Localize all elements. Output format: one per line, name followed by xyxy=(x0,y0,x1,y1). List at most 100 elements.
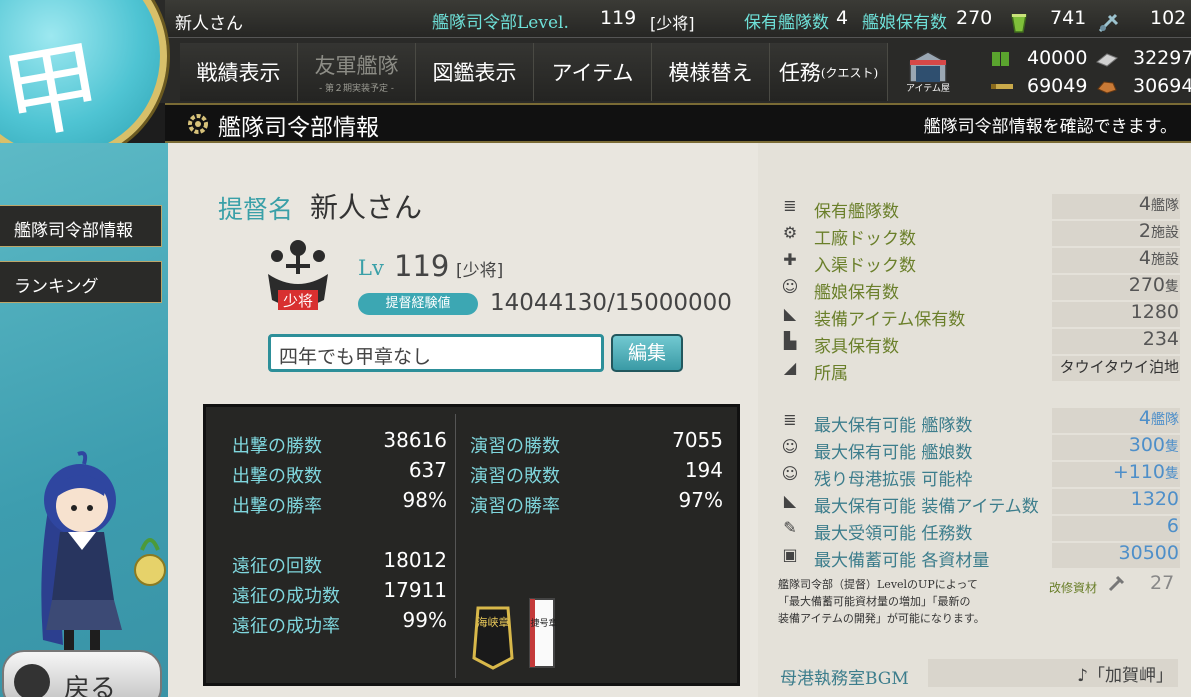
info-label: 保有艦隊数 xyxy=(814,202,899,222)
exercise-losses-value: 194 xyxy=(684,458,723,482)
info-unit: 施設 xyxy=(1151,252,1179,268)
info-number: 30500 xyxy=(1118,542,1179,564)
bauxite-value: 30694 xyxy=(1133,75,1191,97)
exercise-rate-label: 演習の勝率 xyxy=(470,496,560,517)
info-number: 234 xyxy=(1142,328,1179,350)
level-value: 119 xyxy=(600,7,637,29)
info-value: 4施設 xyxy=(1139,247,1179,269)
sortie-losses-label: 出撃の敗数 xyxy=(232,466,322,487)
info-number: 4 xyxy=(1138,247,1151,269)
info-number: 4 xyxy=(1138,407,1151,429)
expedition-count-value: 18012 xyxy=(383,548,447,572)
base-icon: ◢ xyxy=(783,358,797,377)
back-arrow-icon xyxy=(14,664,50,697)
exp-value: 14044130/15000000 xyxy=(490,290,732,316)
equipment-icon: ◣ xyxy=(783,491,797,510)
repair-material-label: 改修資材 xyxy=(1049,581,1098,595)
info-unit: 隻 xyxy=(1165,279,1179,295)
svg-text:海峡章: 海峡章 xyxy=(477,615,510,629)
sortie-rate-label: 出撃の勝率 xyxy=(232,496,322,517)
sortie-rate-value: 98% xyxy=(402,488,447,512)
info-value: +110隻 xyxy=(1113,461,1179,483)
menu-record[interactable]: 戦績表示 xyxy=(180,43,298,101)
admiral-name: 新人さん xyxy=(310,191,423,224)
level-value: 119 xyxy=(394,249,450,283)
steel-value: 32297 xyxy=(1133,47,1191,69)
info-label: 最大受領可能 任務数 xyxy=(814,524,973,544)
info-label: 艦娘保有数 xyxy=(814,283,899,303)
menu-quest[interactable]: 任務 (クエスト) xyxy=(770,43,888,101)
info-number: 4 xyxy=(1138,193,1151,215)
rank-badge-text: 少将 xyxy=(283,292,313,310)
info-label: 工廠ドック数 xyxy=(814,229,916,249)
sidebar-item-ranking[interactable]: ランキング xyxy=(0,261,162,303)
info-unit: 艦隊 xyxy=(1151,198,1179,214)
steel-icon xyxy=(1096,53,1118,67)
fuel-value: 40000 xyxy=(1027,47,1088,69)
info-number: 300 xyxy=(1128,434,1165,456)
storage-icon: ▣ xyxy=(782,545,798,564)
devmat-icon xyxy=(1098,13,1119,33)
info-label: 最大保有可能 艦娘数 xyxy=(814,443,973,463)
furniture-icon: ▙ xyxy=(783,331,797,350)
gear-icon: ⚙ xyxy=(782,223,798,242)
itemshop-button[interactable]: アイテム屋 xyxy=(900,44,956,100)
sidebar-item-hq-info[interactable]: 艦隊司令部情報 xyxy=(0,205,162,247)
shipgirl-icon: ☺ xyxy=(781,277,799,296)
rank-badge-icon: 少将 xyxy=(268,240,328,310)
info-value: 30500 xyxy=(1119,542,1179,564)
equipment-icon: ◣ xyxy=(783,304,797,323)
info-value: 270隻 xyxy=(1129,274,1179,296)
bgm-label: 母港執務室BGM xyxy=(780,669,909,689)
ships-value: 270 xyxy=(956,7,993,29)
expedition-count-label: 遠征の回数 xyxy=(232,556,322,577)
exp-badge: 提督経験値 xyxy=(358,293,478,315)
info-value: 300隻 xyxy=(1129,434,1179,456)
repair-material-value: 27 xyxy=(1150,572,1175,594)
sortie-wins-label: 出撃の勝数 xyxy=(232,436,322,457)
svg-text:捷号章: 捷号章 xyxy=(530,617,557,629)
menu-friend-fleet: 友軍艦隊 - 第２期実装予定 - xyxy=(298,43,416,101)
bauxite-icon xyxy=(1097,81,1117,94)
quest-icon: ✎ xyxy=(783,518,797,537)
info-label: 家具保有数 xyxy=(814,337,899,357)
info-number: 1320 xyxy=(1130,488,1179,510)
info-value: 234 xyxy=(1143,328,1179,350)
fleets-value: 4 xyxy=(836,7,849,29)
menu-interior[interactable]: 模様替え xyxy=(652,43,770,101)
info-label: 入渠ドック数 xyxy=(814,256,916,276)
port-icon: ☺ xyxy=(781,464,799,483)
info-number: タウイタウイ泊地 xyxy=(1059,358,1179,376)
expedition-success-label: 遠征の成功数 xyxy=(232,586,340,607)
info-label: 装備アイテム保有数 xyxy=(814,310,966,330)
info-number: +110 xyxy=(1112,461,1165,483)
fleet-icon: ≣ xyxy=(783,196,797,215)
bgm-value[interactable]: ♪「加賀岬」 xyxy=(1077,661,1173,686)
repair-icon: ✚ xyxy=(783,250,797,269)
bucket-value: 741 xyxy=(1050,7,1087,29)
screw-icon xyxy=(1108,575,1125,592)
rank-top: [少将] xyxy=(650,14,695,33)
devmat-value: 102 xyxy=(1150,7,1187,29)
strait-medal-icon: 海峡章 xyxy=(472,606,514,670)
page-hint: 艦隊司令部情報を確認できます。 xyxy=(923,117,1177,137)
level-note: 艦隊司令部（提督）LevelのUPによって 「最大備蓄可能資材量の増加」「最新の… xyxy=(778,578,985,625)
sortie-losses-value: 637 xyxy=(408,458,447,482)
info-unit: 艦隊 xyxy=(1151,412,1179,428)
info-label: 残り母港拡張 可能枠 xyxy=(814,470,973,490)
stats-divider xyxy=(455,414,456,678)
info-number: 270 xyxy=(1128,274,1165,296)
edit-button[interactable]: 編集 xyxy=(611,334,683,372)
gear-icon xyxy=(188,114,208,134)
info-unit: 隻 xyxy=(1165,439,1179,455)
rank-label: [少将] xyxy=(456,261,504,281)
expedition-rate-label: 遠征の成功率 xyxy=(232,616,340,637)
bucket-icon xyxy=(1011,14,1027,33)
info-value: 6 xyxy=(1167,515,1179,537)
info-value: 4艦隊 xyxy=(1139,407,1179,429)
exercise-wins-label: 演習の勝数 xyxy=(470,436,560,457)
menu-item[interactable]: アイテム xyxy=(534,43,652,101)
fuel-icon xyxy=(992,52,1009,66)
comment-field[interactable]: 四年でも甲章なし xyxy=(268,334,604,372)
menu-album[interactable]: 図鑑表示 xyxy=(416,43,534,101)
